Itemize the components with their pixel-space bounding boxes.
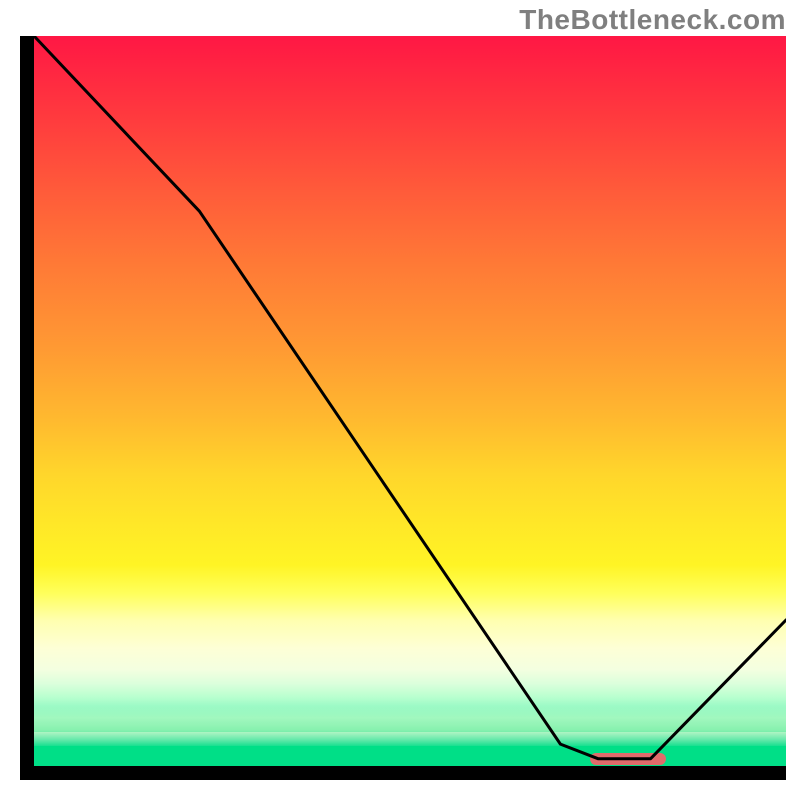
y-axis	[20, 36, 34, 780]
bottleneck-curve	[34, 36, 786, 766]
x-axis	[20, 766, 786, 780]
chart-stage: TheBottleneck.com	[0, 0, 800, 800]
watermark-text: TheBottleneck.com	[519, 4, 786, 36]
plot-area	[34, 36, 786, 766]
